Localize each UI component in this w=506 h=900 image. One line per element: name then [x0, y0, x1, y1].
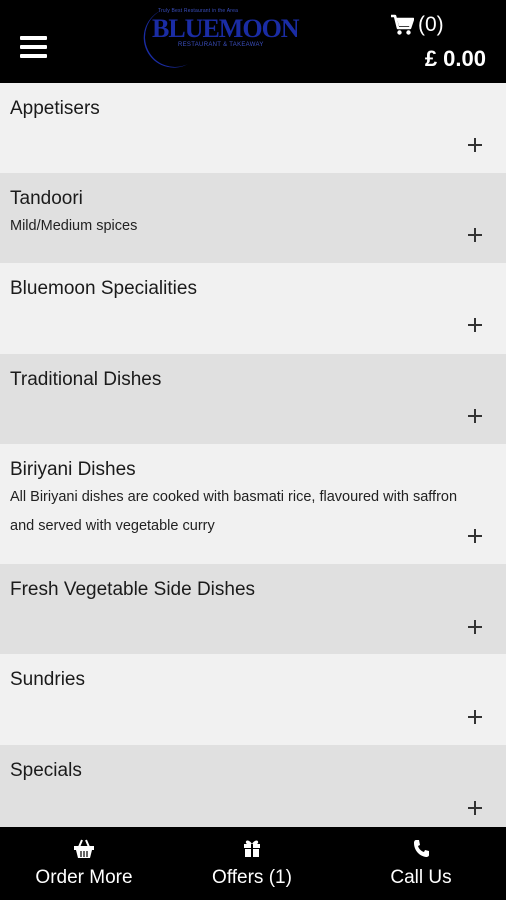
- category-title: Appetisers: [10, 98, 100, 119]
- plus-icon[interactable]: [468, 529, 482, 543]
- plus-icon[interactable]: [468, 228, 482, 242]
- category-fresh-vegetable-side-dishes[interactable]: Fresh Vegetable Side Dishes: [0, 564, 506, 654]
- plus-icon[interactable]: [468, 620, 482, 634]
- call-us-button[interactable]: Call Us: [336, 827, 506, 900]
- cart-summary[interactable]: (0) £ 0.00: [366, 12, 506, 72]
- app-header: Truly Best Restaurant in the Area BLUEMO…: [0, 0, 506, 83]
- category-title: Specials: [10, 760, 82, 781]
- call-us-label: Call Us: [390, 867, 452, 888]
- category-tandoori[interactable]: Tandoori Mild/Medium spices: [0, 173, 506, 263]
- category-bluemoon-specialities[interactable]: Bluemoon Specialities: [0, 263, 506, 354]
- order-more-label: Order More: [35, 867, 133, 888]
- plus-icon[interactable]: [468, 318, 482, 332]
- plus-icon[interactable]: [468, 409, 482, 423]
- offers-button[interactable]: Offers (1): [168, 827, 336, 900]
- cart-count: (0): [418, 13, 444, 36]
- bluemoon-logo[interactable]: Truly Best Restaurant in the Area BLUEMO…: [128, 4, 302, 70]
- gift-icon: [243, 839, 261, 862]
- logo-subtitle: RESTAURANT & TAKEAWAY: [178, 42, 264, 48]
- category-title: Tandoori: [10, 188, 83, 209]
- category-title: Biriyani Dishes: [10, 459, 136, 480]
- basket-icon: [73, 839, 95, 864]
- phone-icon: [413, 839, 429, 862]
- offers-label: Offers (1): [212, 867, 292, 888]
- menu-category-list: Appetisers Tandoori Mild/Medium spices B…: [0, 83, 506, 827]
- cart-total: £ 0.00: [424, 46, 486, 71]
- cart-icon[interactable]: [390, 14, 415, 36]
- plus-icon[interactable]: [468, 801, 482, 815]
- category-traditional-dishes[interactable]: Traditional Dishes: [0, 354, 506, 444]
- category-sundries[interactable]: Sundries: [0, 654, 506, 745]
- category-description: Mild/Medium spices: [10, 218, 138, 234]
- category-description: All Biriyani dishes are cooked with basm…: [10, 489, 458, 534]
- menu-icon[interactable]: [20, 36, 47, 58]
- category-title: Bluemoon Specialities: [10, 278, 197, 299]
- bottom-navigation: Order More Offers (1) Call Us: [0, 827, 506, 900]
- category-title: Sundries: [10, 669, 85, 690]
- category-title: Fresh Vegetable Side Dishes: [10, 579, 256, 600]
- plus-icon[interactable]: [468, 710, 482, 724]
- category-specials[interactable]: Specials: [0, 745, 506, 827]
- order-more-button[interactable]: Order More: [0, 827, 168, 900]
- logo-wordmark: BLUEMOON: [152, 14, 300, 43]
- category-biriyani-dishes[interactable]: Biriyani Dishes All Biriyani dishes are …: [0, 444, 506, 564]
- category-appetisers[interactable]: Appetisers: [0, 83, 506, 173]
- plus-icon[interactable]: [468, 138, 482, 152]
- category-title: Traditional Dishes: [10, 369, 162, 390]
